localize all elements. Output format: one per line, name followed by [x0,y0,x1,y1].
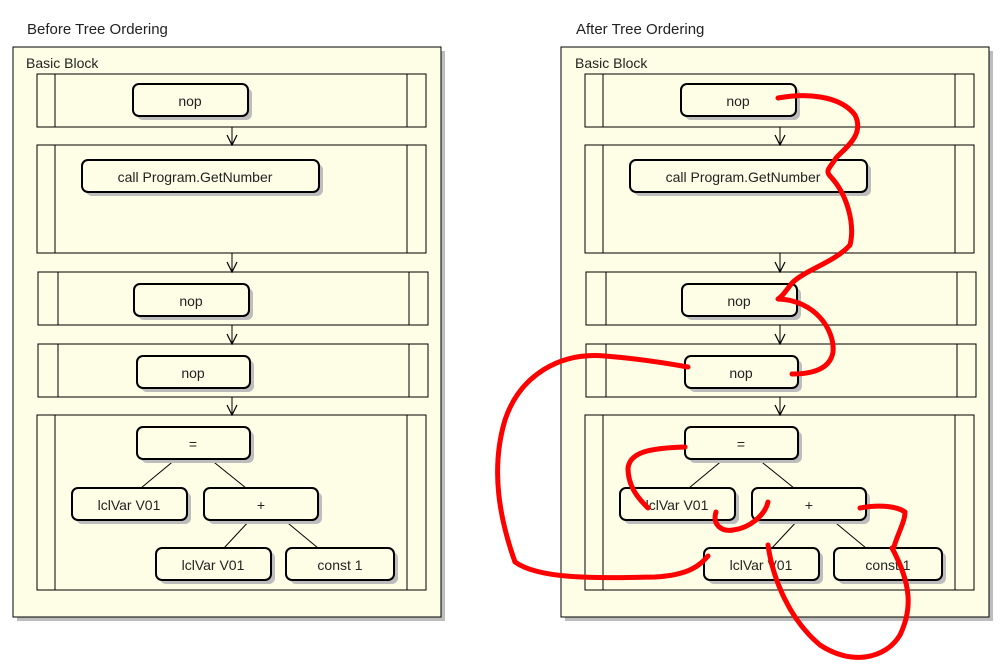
before-panel: Before Tree Ordering Basic Block nop cal… [12,21,445,621]
svg-text:+: + [257,497,265,513]
svg-text:=: = [737,436,745,452]
before-node-nop-1: nop [132,83,252,120]
before-node-nop-3: nop [136,355,254,392]
before-node-lclvar-1: lclVar V01 [71,487,191,524]
svg-text:+: + [805,497,813,513]
after-node-nop-1: nop [680,83,800,120]
after-title: After Tree Ordering [576,21,704,38]
svg-text:lclVar V01: lclVar V01 [646,497,709,513]
before-node-lclvar-2: lclVar V01 [155,547,275,584]
after-node-assign: = [684,426,802,463]
after-node-nop-2: nop [681,283,801,320]
svg-text:nop: nop [178,93,202,109]
svg-text:=: = [189,436,197,452]
before-node-const: const 1 [285,547,398,584]
before-node-assign: = [136,426,254,463]
svg-text:nop: nop [727,293,751,309]
after-node-lclvar-2: lclVar V01 [703,547,823,584]
svg-text:lclVar V01: lclVar V01 [182,557,245,573]
before-node-call: call Program.GetNumber [81,159,323,196]
after-node-plus: + [751,487,870,524]
svg-text:nop: nop [726,93,750,109]
after-node-const: const 1 [833,547,946,584]
after-panel: After Tree Ordering Basic Block nop call… [495,21,993,660]
svg-text:nop: nop [181,365,205,381]
before-title: Before Tree Ordering [27,21,168,38]
after-block-label: Basic Block [575,55,648,71]
svg-text:const 1: const 1 [317,557,362,573]
svg-text:nop: nop [179,293,203,309]
before-node-plus: + [203,487,322,524]
svg-text:lclVar V01: lclVar V01 [730,557,793,573]
svg-text:lclVar V01: lclVar V01 [98,497,161,513]
svg-text:call Program.GetNumber: call Program.GetNumber [118,169,273,185]
after-node-nop-3: nop [684,355,802,392]
before-node-nop-2: nop [133,283,253,320]
before-block-label: Basic Block [26,55,99,71]
svg-text:call Program.GetNumber: call Program.GetNumber [666,169,821,185]
tree-ordering-diagram: Before Tree Ordering Basic Block nop cal… [12,21,993,660]
svg-text:nop: nop [729,365,753,381]
